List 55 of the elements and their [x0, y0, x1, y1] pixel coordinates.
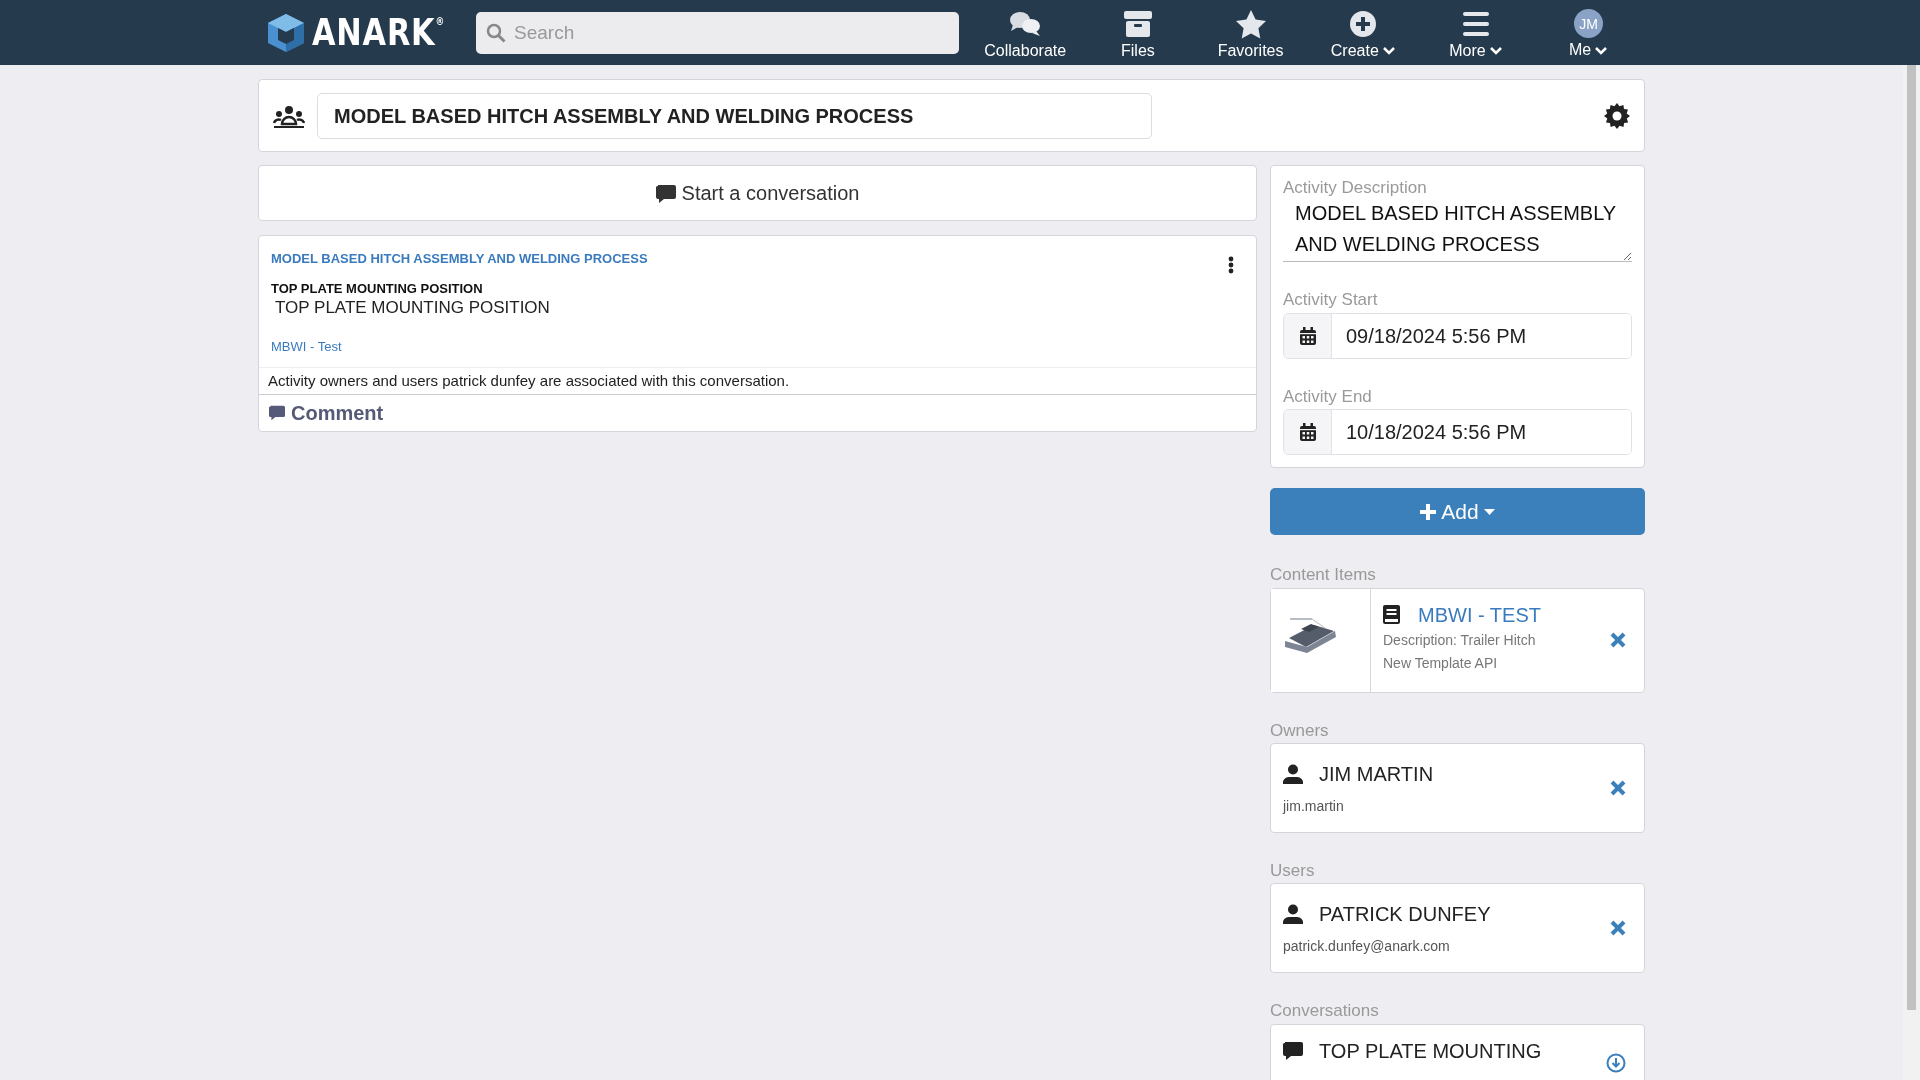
start-conversation-button[interactable]: Start a conversation: [258, 165, 1257, 221]
association-notice: Activity owners and users patrick dunfey are associated with this conversation.: [259, 366, 1256, 395]
nav-button[interactable]: Collaborate: [968, 4, 1082, 61]
cube-logo-icon: [266, 11, 306, 54]
nav-button[interactable]: Files: [1081, 4, 1195, 61]
person-name: PATRICK DUNFEY: [1319, 901, 1491, 926]
add-dropdown-button[interactable]: Add: [1270, 488, 1645, 536]
content-link[interactable]: MBWI - Test: [271, 338, 342, 355]
more-options-button[interactable]: [1228, 256, 1234, 274]
archive-box-icon: [1121, 8, 1154, 39]
nav-button[interactable]: Favorites: [1194, 4, 1307, 61]
field-label: Activity End: [1283, 386, 1373, 408]
conversation-text: TOP PLATE MOUNTING POSITION: [274, 298, 551, 319]
conversation-title: TOP PLATE MOUNTING POSITION: [271, 280, 484, 297]
field-label: Activity Description: [1283, 178, 1428, 199]
download-button[interactable]: [1606, 1052, 1626, 1073]
nav-button[interactable]: More: [1419, 4, 1533, 61]
book-icon: [1383, 605, 1400, 625]
description-text: New Template API: [1383, 653, 1499, 673]
section-heading: Users: [1270, 860, 1316, 882]
plus-icon: [1420, 503, 1437, 520]
star-icon: [1234, 8, 1267, 39]
people-group-icon: [273, 103, 305, 128]
person-name: JIM MARTIN: [1319, 761, 1434, 786]
person-detail: jim.martin: [1283, 797, 1345, 815]
nav-button[interactable]: Create: [1306, 4, 1420, 61]
calendar-icon: [1298, 326, 1317, 345]
comment-button[interactable]: Comment: [259, 394, 394, 431]
conversation-name: TOP PLATE MOUNTING: [1319, 1038, 1542, 1063]
person-detail: patrick.dunfey@anark.com: [1283, 937, 1451, 955]
remove-button[interactable]: [1610, 920, 1626, 937]
date-field[interactable]: 10/18/2024 5:56 PM: [1283, 409, 1632, 456]
title-field[interactable]: MODEL BASED HITCH ASSEMBLY AND WELDING PROCESS: [317, 92, 1152, 139]
remove-button[interactable]: [1610, 779, 1626, 796]
section-heading: Owners: [1270, 720, 1330, 741]
search-field[interactable]: Search: [476, 11, 960, 54]
speech-bubble-icon: [655, 183, 676, 203]
section-heading: Conversations: [1270, 1001, 1380, 1022]
settings-button[interactable]: [1604, 102, 1630, 129]
field-label: Activity Start: [1283, 290, 1379, 311]
speech-bubble-icon: [1283, 1041, 1303, 1061]
activity-link[interactable]: MODEL BASED HITCH ASSEMBLY AND WELDING PROCESS: [271, 251, 1244, 267]
description-text: Description: Trailer Hitch: [1383, 630, 1537, 650]
remove-button[interactable]: [1610, 632, 1626, 649]
person-icon: [1283, 903, 1303, 924]
section-heading: Content Items: [1270, 565, 1377, 586]
date-field[interactable]: 09/18/2024 5:56 PM: [1283, 312, 1632, 359]
avatar: JM: [1574, 9, 1604, 39]
content-title-link[interactable]: MBWI - TEST: [1418, 602, 1541, 627]
nav-button[interactable]: JM Me: [1532, 5, 1645, 60]
calendar-icon: [1298, 423, 1317, 442]
person-icon: [1283, 763, 1303, 784]
speech-bubble-icon: [269, 404, 285, 421]
logo-text: ANARK$^{®}$: [312, 9, 446, 56]
caret-down-icon: [1483, 508, 1495, 515]
